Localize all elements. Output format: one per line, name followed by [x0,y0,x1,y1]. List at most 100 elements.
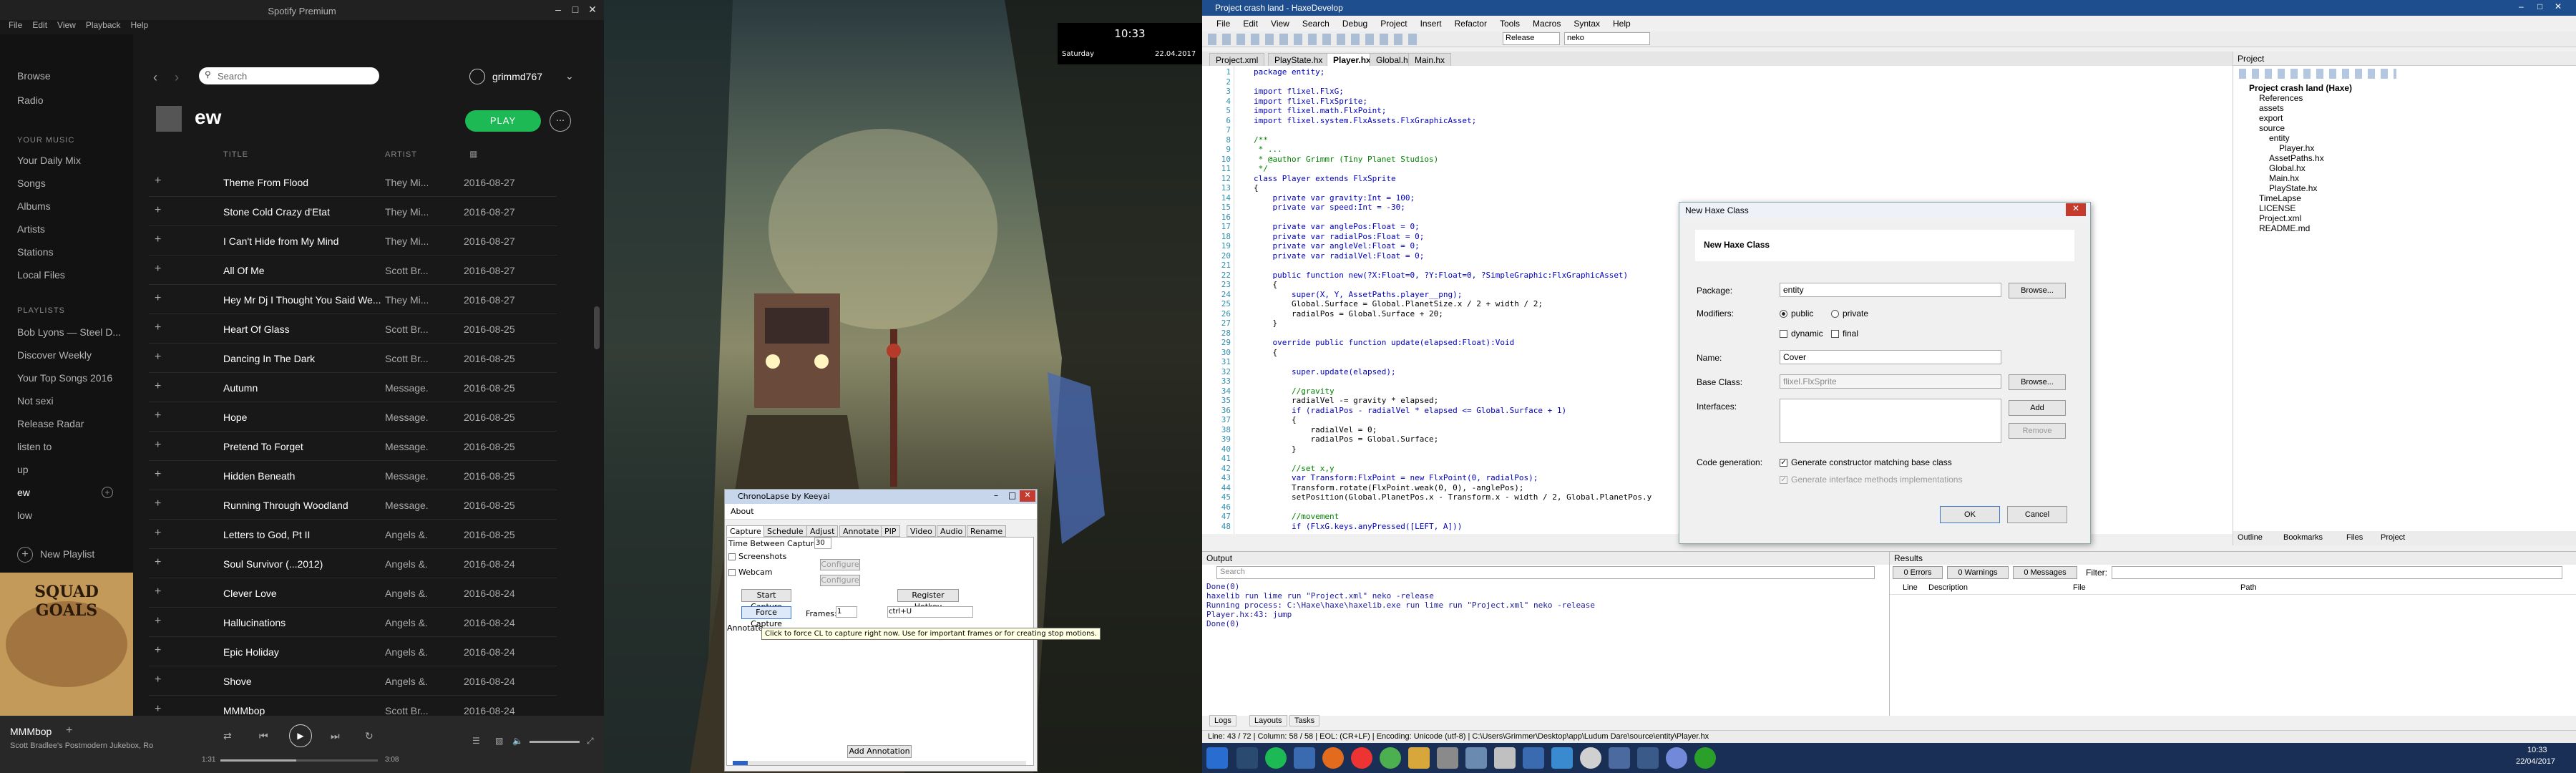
back-icon[interactable]: ‹ [153,70,157,85]
scrollbar-thumb[interactable] [594,306,600,349]
firefox-taskbar-icon[interactable] [1322,747,1344,769]
nav-artists[interactable]: Artists [17,223,45,235]
track-row[interactable]: + Theme From Flood They Mi... 2016-08-27 [149,167,557,197]
generate-interface-checkbox[interactable]: ✓ [1780,476,1787,484]
close-icon[interactable]: ✕ [2555,1,2562,11]
taskbar-app-icon[interactable] [1236,747,1258,769]
maximize-icon[interactable]: □ [567,1,584,17]
add-track-icon[interactable]: + [155,233,161,246]
volume-slider[interactable] [530,741,580,743]
now-playing-artist[interactable]: Scott Bradlee's Postmodern Jukebox, Ro [10,742,175,750]
add-track-icon[interactable]: + [155,615,161,628]
frames-input[interactable]: 1 [836,606,857,618]
add-track-icon[interactable]: + [155,351,161,364]
taskbar-app-icon[interactable] [1551,747,1573,769]
minimize-icon[interactable]: – [2519,1,2524,11]
panel-tab[interactable]: Files [2346,533,2363,542]
taskbar-app-icon[interactable] [1494,747,1516,769]
toolbar-icons[interactable] [1208,34,1423,45]
close-icon[interactable]: ✕ [1020,490,1035,502]
add-track-icon[interactable]: + [155,674,161,686]
progress-bar[interactable] [220,759,378,762]
add-track-icon[interactable]: + [155,175,161,188]
menu-playback[interactable]: Playback [86,20,121,34]
configure-button[interactable]: Configure [820,575,860,586]
minimize-icon[interactable]: – [994,490,998,500]
menu-edit[interactable]: Edit [32,20,47,34]
menu-search[interactable]: Search [1302,19,1330,31]
tree-item[interactable]: Main.hx [2269,173,2299,183]
tab-video[interactable]: Video [907,525,936,537]
add-track-icon[interactable]: + [155,204,161,217]
repeat-icon[interactable]: ↻ [365,730,374,742]
tab-rename[interactable]: Rename [967,525,1007,537]
track-row[interactable]: + Clever Love Angels &... 2016-08-24 [149,578,557,608]
playlist-item[interactable]: up [17,464,29,475]
track-row[interactable]: + Hallucinations Angels &... 2016-08-24 [149,608,557,637]
file-tab[interactable]: Main.hx [1408,53,1452,66]
more-options-icon[interactable]: ⋯ [550,110,571,132]
track-row[interactable]: + Hidden Beneath Message... 2016-08-25 [149,461,557,490]
remove-interface-button[interactable]: Remove [2009,423,2066,439]
add-annotation-button[interactable]: Add Annotation [847,745,912,758]
taskbar-app-icon[interactable] [1294,747,1315,769]
file-tab[interactable]: Project.xml [1209,53,1265,66]
close-icon[interactable]: ✕ [2066,203,2086,216]
tab-capture[interactable]: Capture [726,525,765,537]
file-tab[interactable]: PlayState.hx [1268,53,1330,66]
menu-help[interactable]: Help [131,20,149,34]
playlist-item[interactable]: Your Top Songs 2016 [17,372,112,384]
results-column[interactable]: Line [1903,583,1918,592]
previous-icon[interactable]: ⏮ [259,730,268,742]
add-track-icon[interactable]: + [155,321,161,334]
track-row[interactable]: + Shove Angels &... 2016-08-24 [149,666,557,696]
new-playlist-button[interactable]: New Playlist [40,548,94,560]
minimize-icon[interactable]: – [550,1,567,17]
add-interface-button[interactable]: Add [2009,400,2066,416]
tree-item[interactable]: entity [2269,133,2290,143]
force-capture-button[interactable]: Force Capture [741,606,791,628]
hotkey-input[interactable]: ctrl+U [887,606,973,618]
nav-songs[interactable]: Songs [17,178,46,189]
playlist-item[interactable]: Not sexi [17,395,54,407]
name-input[interactable]: Cover [1780,350,2001,364]
ok-button[interactable]: OK [1940,506,2000,523]
add-track-icon[interactable]: + [155,585,161,598]
tree-item[interactable]: README.md [2259,223,2310,233]
bottom-tab[interactable]: Logs [1209,715,1236,726]
browse-package-button[interactable]: Browse... [2009,283,2066,298]
messages-filter-button[interactable]: 0 Messages [2013,566,2077,579]
add-track-icon[interactable]: + [155,263,161,276]
playlist-item[interactable]: Release Radar [17,418,84,429]
playlist-item-active[interactable]: ew [17,487,30,498]
dynamic-checkbox[interactable] [1780,330,1787,338]
tree-item[interactable]: AssetPaths.hx [2269,153,2324,163]
track-row[interactable]: + Letters to God, Pt II Angels &... 2016-08… [149,520,557,549]
register-hotkey-button[interactable]: Register Hotkey [897,589,959,611]
calendar-icon[interactable]: ▦ [469,149,477,159]
discord-taskbar-icon[interactable] [1666,747,1687,769]
interfaces-list[interactable] [1780,399,2001,443]
maximize-icon[interactable]: □ [1008,490,1016,500]
nav-radio[interactable]: Radio [17,94,44,106]
add-track-icon[interactable]: + [155,292,161,305]
nav-local-files[interactable]: Local Files [17,269,65,281]
menu-project[interactable]: Project [1380,19,1407,31]
track-row[interactable]: + I Can't Hide from My Mind They Mi... 2016… [149,226,557,256]
configure-button[interactable]: Configure [820,559,860,570]
screenshots-checkbox[interactable] [728,553,736,560]
playlist-item[interactable]: Bob Lyons — Steel D... [17,326,121,338]
menu-view[interactable]: View [1271,19,1289,31]
volume-icon[interactable]: 🔈 [512,736,523,746]
close-icon[interactable]: ✕ [584,1,601,17]
results-column[interactable]: Path [2240,583,2257,592]
new-playlist-icon[interactable]: + [17,547,33,563]
track-row[interactable]: + Dancing In The Dark Scott Br... 2016-08-2… [149,344,557,373]
add-track-icon[interactable]: + [155,497,161,510]
track-row[interactable]: + Pretend To Forget Message... 2016-08-25 [149,432,557,461]
taskbar-app-icon[interactable] [1637,747,1659,769]
column-title[interactable]: TITLE [223,150,248,159]
results-column[interactable]: File [2073,583,2086,592]
album-art[interactable]: SQUAD GOALS [0,573,133,716]
shuffle-icon[interactable]: ⇄ [223,730,232,742]
